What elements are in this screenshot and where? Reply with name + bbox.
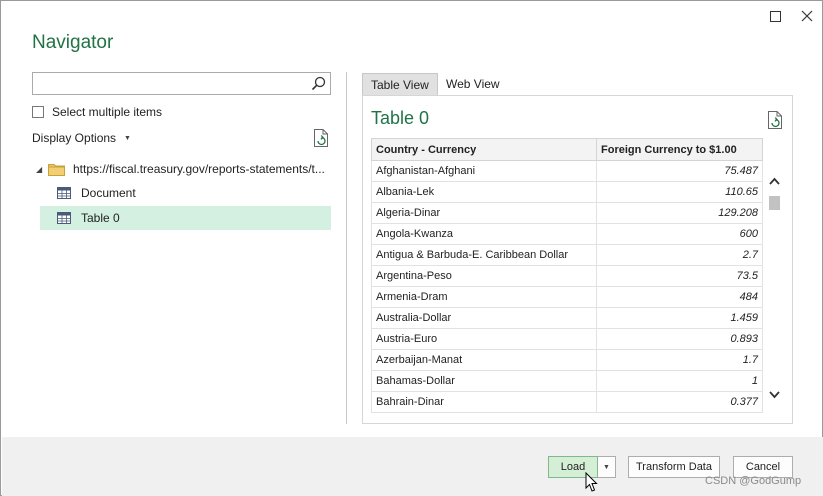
table-row: Antigua & Barbuda-E. Caribbean Dollar 2.7 xyxy=(371,244,763,266)
table-row: Albania-Lek 110.65 xyxy=(371,181,763,203)
search-field[interactable] xyxy=(32,72,331,95)
table-cell: Azerbaijan-Manat xyxy=(371,349,597,371)
column-header[interactable]: Country - Currency xyxy=(371,138,597,161)
table-row: Argentina-Peso 73.5 xyxy=(371,265,763,287)
folder-icon xyxy=(48,163,65,176)
close-button[interactable] xyxy=(796,5,818,27)
data-table: Country - Currency Foreign Currency to $… xyxy=(371,138,763,413)
table-cell: Algeria-Dinar xyxy=(371,202,597,224)
collapse-triangle-icon[interactable]: ◢ xyxy=(36,165,48,174)
chevron-down-icon: ▼ xyxy=(603,463,610,471)
table-cell: 0.377 xyxy=(596,391,763,413)
chevron-down-icon: ▼ xyxy=(124,134,131,142)
search-icon[interactable] xyxy=(311,76,326,91)
table-cell: 110.65 xyxy=(596,181,763,203)
table-cell: Angola-Kwanza xyxy=(371,223,597,245)
table-cell: 484 xyxy=(596,286,763,308)
refresh-icon[interactable] xyxy=(767,111,783,129)
navigator-dialog: Navigator Select multiple items Display … xyxy=(0,0,823,496)
table-row: Armenia-Dram 484 xyxy=(371,286,763,308)
refresh-icon[interactable] xyxy=(313,129,329,147)
select-multiple-label: Select multiple items xyxy=(52,105,163,119)
tab-label: Web View xyxy=(446,77,500,91)
display-options-dropdown[interactable]: Display Options ▼ xyxy=(32,131,131,145)
select-multiple-row[interactable]: Select multiple items xyxy=(32,105,162,119)
table-row: Bahamas-Dollar 1 xyxy=(371,370,763,392)
cancel-button-label: Cancel xyxy=(745,461,781,473)
table-cell: 0.893 xyxy=(596,328,763,350)
tab-web-view[interactable]: Web View xyxy=(438,73,508,95)
search-input[interactable] xyxy=(33,73,303,94)
table-icon xyxy=(57,187,71,199)
tree-item-document[interactable]: Document xyxy=(40,181,331,205)
load-options-button[interactable]: ▼ xyxy=(598,456,616,478)
table-header-row: Country - Currency Foreign Currency to $… xyxy=(371,138,763,161)
table-cell: Australia-Dollar xyxy=(371,307,597,329)
table-row: Afghanistan-Afghani 75.487 xyxy=(371,160,763,182)
maximize-icon xyxy=(769,10,781,22)
scroll-up-icon[interactable] xyxy=(768,175,781,188)
table-cell: Austria-Euro xyxy=(371,328,597,350)
tree-item-label: Table 0 xyxy=(81,211,120,225)
table-cell: 2.7 xyxy=(596,244,763,266)
table-cell: Albania-Lek xyxy=(371,181,597,203)
table-cell: Bahrain-Dinar xyxy=(371,391,597,413)
table-cell: Bahamas-Dollar xyxy=(371,370,597,392)
table-row: Bahrain-Dinar 0.377 xyxy=(371,391,763,413)
mouse-pointer-icon xyxy=(585,472,598,492)
table-row: Algeria-Dinar 129.208 xyxy=(371,202,763,224)
dialog-title: Navigator xyxy=(32,32,114,53)
pane-splitter[interactable] xyxy=(346,72,347,424)
table-cell: Armenia-Dram xyxy=(371,286,597,308)
table-cell: Afghanistan-Afghani xyxy=(371,160,597,182)
table-cell: 1 xyxy=(596,370,763,392)
dialog-footer: Load ▼ Transform Data Cancel xyxy=(2,437,823,496)
table-cell: 73.5 xyxy=(596,265,763,287)
watermark-text: CSDN @GodGump xyxy=(705,475,802,487)
scroll-down-icon[interactable] xyxy=(768,388,781,401)
transform-data-label: Transform Data xyxy=(635,461,712,473)
tree-root-label: https://fiscal.treasury.gov/reports-stat… xyxy=(73,162,325,176)
table-cell: Antigua & Barbuda-E. Caribbean Dollar xyxy=(371,244,597,266)
table-icon xyxy=(57,212,71,224)
tree-item-table-0[interactable]: Table 0 xyxy=(40,206,331,230)
table-cell: 1.459 xyxy=(596,307,763,329)
table-preview-panel: Table 0 Country - Currency Foreign Curre… xyxy=(362,95,793,424)
table-row: Azerbaijan-Manat 1.7 xyxy=(371,349,763,371)
table-cell: 600 xyxy=(596,223,763,245)
table-cell: Argentina-Peso xyxy=(371,265,597,287)
maximize-button[interactable] xyxy=(764,5,786,27)
load-button-label: Load xyxy=(560,461,586,473)
table-cell: 1.7 xyxy=(596,349,763,371)
display-options-label: Display Options xyxy=(32,131,117,145)
vertical-scrollbar[interactable] xyxy=(766,161,783,417)
tab-table-view[interactable]: Table View xyxy=(362,73,438,95)
preview-title: Table 0 xyxy=(371,108,430,128)
tree-item-label: Document xyxy=(81,186,136,200)
table-row: Australia-Dollar 1.459 xyxy=(371,307,763,329)
select-multiple-checkbox[interactable] xyxy=(32,106,44,118)
table-row: Angola-Kwanza 600 xyxy=(371,223,763,245)
tab-label: Table View xyxy=(371,77,429,92)
table-cell: 75.487 xyxy=(596,160,763,182)
column-header[interactable]: Foreign Currency to $1.00 xyxy=(596,138,763,161)
table-cell: 129.208 xyxy=(596,202,763,224)
tree-root-node[interactable]: ◢ https://fiscal.treasury.gov/reports-st… xyxy=(36,157,331,181)
close-icon xyxy=(801,10,813,22)
scroll-thumb[interactable] xyxy=(769,196,780,210)
table-row: Austria-Euro 0.893 xyxy=(371,328,763,350)
